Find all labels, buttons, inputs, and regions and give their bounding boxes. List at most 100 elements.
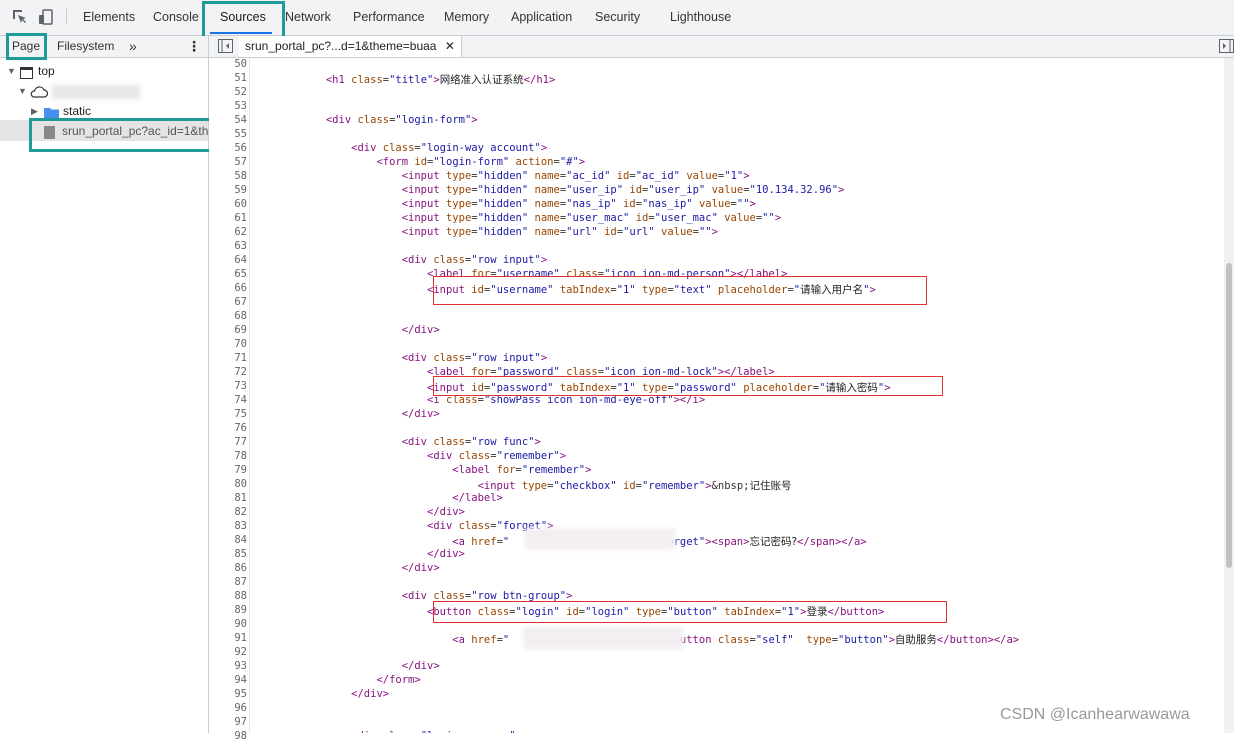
tab-sources[interactable]: Sources <box>220 0 266 35</box>
line-number[interactable]: 73 <box>209 380 247 392</box>
tab-page[interactable]: Page <box>12 36 40 57</box>
code-line: </div> <box>427 506 465 518</box>
line-number[interactable]: 59 <box>209 184 247 196</box>
toggle-navigator-icon[interactable] <box>218 39 233 56</box>
line-number[interactable]: 81 <box>209 492 247 504</box>
line-number[interactable]: 82 <box>209 506 247 518</box>
tab-security[interactable]: Security <box>595 0 640 35</box>
line-number[interactable]: 76 <box>209 422 247 434</box>
line-number[interactable]: 88 <box>209 590 247 602</box>
line-number[interactable]: 62 <box>209 226 247 238</box>
line-number[interactable]: 51 <box>209 72 247 84</box>
line-number[interactable]: 67 <box>209 296 247 308</box>
line-number[interactable]: 80 <box>209 478 247 490</box>
close-icon[interactable]: ✕ <box>445 39 455 53</box>
code-line: </div> <box>351 688 390 700</box>
line-number[interactable]: 89 <box>209 604 247 616</box>
line-number[interactable]: 70 <box>209 338 247 350</box>
line-number[interactable]: 55 <box>209 128 247 140</box>
line-number[interactable]: 77 <box>209 436 247 448</box>
tab-console[interactable]: Console <box>153 0 199 35</box>
password-input-annotation <box>433 376 943 396</box>
code-line: <input type="hidden" name="user_mac" id=… <box>401 212 782 224</box>
line-number[interactable]: 79 <box>209 464 247 476</box>
line-number[interactable]: 71 <box>209 352 247 364</box>
tree-item-domain[interactable]: ▼ <box>0 81 208 101</box>
tree-item-static[interactable]: ▶ static <box>0 101 208 121</box>
code-line: <input type="hidden" name="url" id="url"… <box>401 226 718 238</box>
line-number[interactable]: 87 <box>209 576 247 588</box>
line-number[interactable]: 97 <box>209 716 247 728</box>
line-number[interactable]: 56 <box>209 142 247 154</box>
line-number[interactable]: 83 <box>209 520 247 532</box>
line-number[interactable]: 54 <box>209 114 247 126</box>
scrollbar-thumb[interactable] <box>1226 263 1232 568</box>
line-number[interactable]: 74 <box>209 394 247 406</box>
line-number[interactable]: 50 <box>209 58 247 70</box>
line-number[interactable]: 57 <box>209 156 247 168</box>
line-number[interactable]: 78 <box>209 450 247 462</box>
tab-lighthouse[interactable]: Lighthouse <box>670 0 731 35</box>
tab-elements[interactable]: Elements <box>83 0 135 35</box>
line-number[interactable]: 91 <box>209 632 247 644</box>
line-number[interactable]: 63 <box>209 240 247 252</box>
code-line: <input type="hidden" name="nas_ip" id="n… <box>401 198 756 210</box>
line-number[interactable]: 72 <box>209 366 247 378</box>
domain-redacted <box>52 85 140 99</box>
code-line: <div class="row func"> <box>401 436 541 448</box>
navigator-panel: Page Filesystem » ⋮ ▼ top ▼ ▶ static sru… <box>0 36 215 733</box>
tab-network[interactable]: Network <box>285 0 331 35</box>
line-number[interactable]: 93 <box>209 660 247 672</box>
file-icon <box>44 125 55 145</box>
tree-item-file[interactable]: srun_portal_pc?ac_id=1&the <box>0 121 215 141</box>
editor-file-tab-label: srun_portal_pc?...d=1&theme=buaa <box>245 39 437 53</box>
tab-performance[interactable]: Performance <box>353 0 425 35</box>
line-number[interactable]: 69 <box>209 324 247 336</box>
code-line: </div> <box>401 660 440 672</box>
login-button-annotation <box>433 601 947 623</box>
editor-file-tab[interactable]: srun_portal_pc?...d=1&theme=buaa ✕ <box>239 36 462 57</box>
tab-filesystem[interactable]: Filesystem <box>57 36 114 57</box>
tab-application[interactable]: Application <box>511 0 572 35</box>
line-number[interactable]: 95 <box>209 688 247 700</box>
device-toolbar-icon[interactable] <box>38 9 54 25</box>
line-number[interactable]: 92 <box>209 646 247 658</box>
line-number[interactable]: 98 <box>209 730 247 742</box>
line-number[interactable]: 94 <box>209 674 247 686</box>
code-line: </div> <box>401 408 440 420</box>
tree-item-static-label: static <box>63 104 92 118</box>
code-line: <div class="row input"> <box>401 254 548 266</box>
line-number[interactable]: 53 <box>209 100 247 112</box>
line-number[interactable]: 68 <box>209 310 247 322</box>
line-number[interactable]: 85 <box>209 548 247 560</box>
line-number[interactable]: 52 <box>209 86 247 98</box>
tab-memory[interactable]: Memory <box>444 0 489 35</box>
line-number[interactable]: 64 <box>209 254 247 266</box>
line-number[interactable]: 75 <box>209 408 247 420</box>
editor-tabstrip: srun_portal_pc?...d=1&theme=buaa ✕ <box>209 36 1234 58</box>
tree-item-file-label: srun_portal_pc?ac_id=1&the <box>62 124 216 138</box>
code-line: <label for="remember"> <box>452 464 592 476</box>
toggle-debugger-icon[interactable] <box>1219 39 1234 56</box>
code-line: <div class="login-way account"> <box>351 142 548 154</box>
editor-scrollbar[interactable] <box>1224 58 1234 733</box>
inspect-element-icon[interactable] <box>12 9 28 25</box>
line-number[interactable]: 86 <box>209 562 247 574</box>
line-number[interactable]: 96 <box>209 702 247 714</box>
line-number[interactable]: 61 <box>209 212 247 224</box>
line-number[interactable]: 90 <box>209 618 247 630</box>
line-number[interactable]: 84 <box>209 534 247 546</box>
line-number[interactable]: 58 <box>209 170 247 182</box>
line-number[interactable]: 65 <box>209 268 247 280</box>
more-tabs-icon[interactable]: » <box>129 36 137 57</box>
code-line: <div class="forget"> <box>427 520 554 532</box>
tree-item-top-label: top <box>38 64 55 78</box>
toolbar-separator <box>66 9 67 25</box>
menu-icon[interactable]: ⋮ <box>187 36 201 57</box>
forget-url-redacted <box>525 528 675 550</box>
line-number[interactable]: 60 <box>209 198 247 210</box>
line-number[interactable]: 66 <box>209 282 247 294</box>
self-service-url-redacted <box>523 627 683 649</box>
line-number-gutter: 50 51 52 53 54 55 56 57 58 59 60 61 62 63 64 65 66 67 68 69… <box>209 58 250 742</box>
tree-item-top[interactable]: ▼ top <box>0 61 208 81</box>
